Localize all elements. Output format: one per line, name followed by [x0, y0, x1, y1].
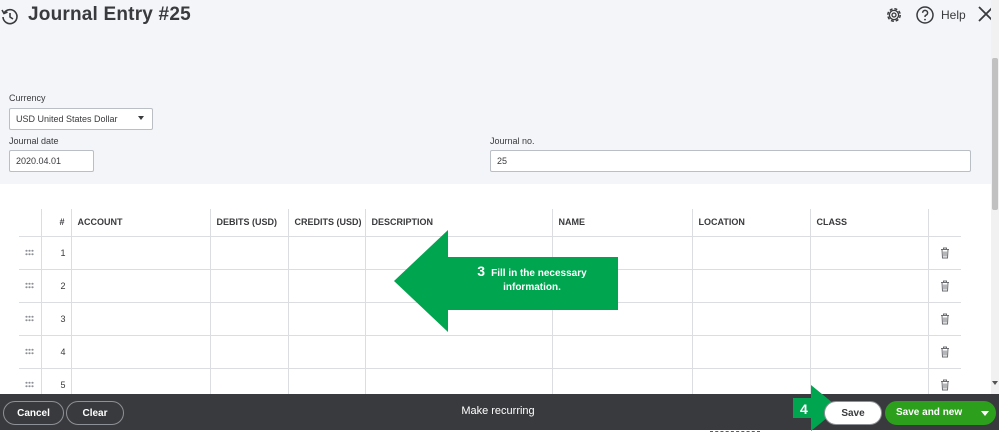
trash-icon — [940, 247, 949, 258]
help-link[interactable]: Help — [941, 8, 966, 22]
delete-line-button[interactable] — [927, 302, 961, 336]
step3-number: 3 — [477, 263, 486, 279]
journal-no-value: 25 — [497, 156, 508, 166]
drag-handle[interactable] — [19, 302, 41, 336]
trash-icon — [940, 313, 949, 324]
class-cell[interactable] — [809, 269, 928, 303]
journal-date-label: Journal date — [9, 136, 59, 146]
gear-icon[interactable] — [884, 5, 904, 25]
credits-cell[interactable] — [287, 269, 365, 303]
drag-handle[interactable] — [19, 269, 41, 303]
column-header-location: LOCATION — [691, 209, 810, 237]
drag-handle-icon — [25, 380, 34, 388]
column-header-credits: CREDITS (USD) — [287, 209, 365, 237]
location-cell[interactable] — [691, 302, 810, 336]
step3-callout-text: 3 Fill in the necessary information. — [448, 264, 616, 295]
drag-column-header — [19, 209, 41, 237]
chevron-down-icon — [138, 116, 144, 120]
debits-cell[interactable] — [209, 236, 288, 270]
drag-handle-icon — [25, 314, 34, 322]
journal-date-value: 2020.04.01 — [16, 156, 62, 166]
drag-handle-icon — [25, 248, 34, 256]
page-title: Journal Entry #25 — [28, 4, 191, 25]
clear-button[interactable]: Clear — [66, 401, 124, 425]
debits-cell[interactable] — [209, 269, 288, 303]
history-icon[interactable] — [0, 7, 20, 27]
location-cell[interactable] — [691, 269, 810, 303]
drag-handle[interactable] — [19, 236, 41, 270]
drag-handle-icon — [25, 281, 34, 289]
line-number: 4 — [40, 335, 71, 369]
save-and-new-label: Save and new — [896, 407, 963, 418]
step3-text-line1: Fill in the necessary — [491, 268, 587, 279]
delete-line-button[interactable] — [927, 236, 961, 270]
currency-value: USD United States Dollar — [16, 114, 118, 124]
column-header-class: CLASS — [809, 209, 928, 237]
trash-icon — [940, 346, 949, 357]
class-cell[interactable] — [809, 335, 928, 369]
save-button[interactable]: Save — [824, 401, 882, 425]
debits-cell[interactable] — [209, 302, 288, 336]
account-cell[interactable] — [70, 335, 210, 369]
class-cell[interactable] — [809, 302, 928, 336]
drag-handle-icon — [25, 347, 34, 355]
credits-cell[interactable] — [287, 236, 365, 270]
chevron-down-icon[interactable] — [981, 411, 989, 416]
journal-no-field[interactable]: 25 — [490, 150, 971, 172]
debits-cell[interactable] — [209, 335, 288, 369]
step4-number: 4 — [800, 401, 808, 417]
name-cell[interactable] — [551, 335, 692, 369]
line-number: 3 — [40, 302, 71, 336]
line-number: 2 — [40, 269, 71, 303]
currency-select[interactable]: USD United States Dollar — [9, 108, 153, 130]
class-cell[interactable] — [809, 236, 928, 270]
save-and-new-button[interactable]: Save and new — [885, 401, 996, 425]
delete-column-header — [927, 209, 961, 237]
scroll-down-arrow[interactable] — [992, 381, 998, 385]
location-cell[interactable] — [691, 335, 810, 369]
help-icon[interactable] — [915, 5, 935, 25]
credits-cell[interactable] — [287, 302, 365, 336]
description-cell[interactable] — [364, 335, 552, 369]
footer-bottom-strip — [0, 430, 999, 434]
scrollbar-thumb[interactable] — [992, 58, 998, 210]
drag-handle[interactable] — [19, 335, 41, 369]
scrollbar[interactable] — [991, 0, 999, 394]
step3-text-line2: information. — [503, 282, 561, 293]
trash-icon — [940, 379, 949, 390]
cancel-button[interactable]: Cancel — [3, 401, 64, 425]
column-header-debits: DEBITS (USD) — [209, 209, 288, 237]
location-cell[interactable] — [691, 236, 810, 270]
delete-line-button[interactable] — [927, 335, 961, 369]
trash-icon — [940, 280, 949, 291]
account-cell[interactable] — [70, 269, 210, 303]
journal-date-field[interactable]: 2020.04.01 — [9, 150, 94, 172]
credits-cell[interactable] — [287, 335, 365, 369]
column-header-account: ACCOUNT — [70, 209, 210, 237]
currency-label: Currency — [9, 93, 46, 103]
journal-no-label: Journal no. — [490, 136, 535, 146]
table-row: 4 — [19, 335, 961, 369]
make-recurring-link[interactable]: Make recurring — [420, 405, 576, 417]
column-header-number: # — [40, 209, 71, 237]
line-number: 1 — [40, 236, 71, 270]
delete-line-button[interactable] — [927, 269, 961, 303]
account-cell[interactable] — [70, 302, 210, 336]
account-cell[interactable] — [70, 236, 210, 270]
